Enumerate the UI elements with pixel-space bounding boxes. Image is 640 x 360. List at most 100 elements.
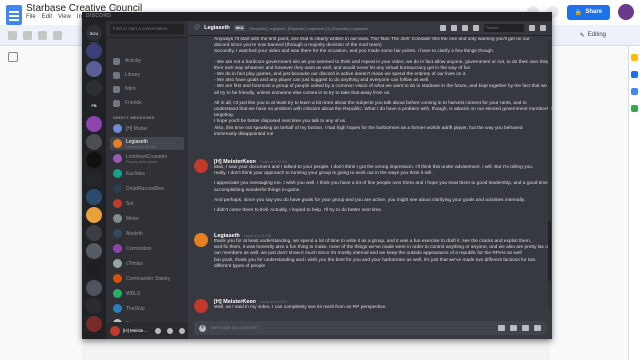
editing-mode[interactable]: ✎ Editing	[580, 25, 606, 45]
avatar[interactable]	[194, 159, 208, 173]
dm-name: [H] Mutas	[126, 125, 148, 132]
nav-item-friends[interactable]: Friends	[110, 97, 184, 109]
dm-item[interactable]: Sol	[110, 197, 184, 210]
server-icon[interactable]	[86, 298, 102, 314]
avatar	[113, 124, 122, 133]
docs-left-margin	[0, 46, 82, 360]
dm-name: Commander Stanky	[126, 275, 171, 282]
message-timestamp: Today at 6:44 PM	[259, 300, 288, 304]
avatar	[113, 304, 122, 313]
help-icon[interactable]	[540, 25, 546, 31]
message-line: different types of people	[214, 263, 266, 269]
dm-item[interactable]: LionheartCrusader Playing some game	[110, 152, 184, 165]
headphones-icon[interactable]	[167, 327, 173, 334]
dm-item[interactable]: WBLS	[110, 287, 184, 300]
dm-item[interactable]: Euclides	[110, 167, 184, 180]
message-line: And perhaps, since you say you do have g…	[214, 197, 526, 203]
server-icon[interactable]: SCU	[86, 25, 102, 41]
menu-file[interactable]: File	[26, 14, 36, 20]
inbox-icon[interactable]	[529, 25, 535, 31]
find-conversation-input[interactable]: Find or start a conversation	[110, 24, 184, 34]
emoji-icon[interactable]	[534, 325, 541, 331]
chat-header: @ Legiaseth AKA [Republic] Legiaseth, [R…	[188, 21, 552, 36]
dm-item[interactable]: cTimlax	[110, 257, 184, 270]
dm-name: Euclides	[126, 170, 145, 177]
app-label: DISCORD	[86, 13, 112, 19]
menus-icon[interactable]	[8, 30, 17, 40]
divider	[106, 37, 188, 38]
mic-icon[interactable]	[155, 327, 161, 334]
menu-view[interactable]: View	[58, 14, 71, 20]
redo-icon[interactable]	[38, 30, 47, 40]
contacts-icon[interactable]	[631, 88, 638, 95]
server-icon[interactable]	[86, 207, 102, 223]
account-avatar[interactable]	[618, 4, 634, 20]
search-input[interactable]: Search	[484, 24, 524, 32]
message-line: but yeah, thank you for understanding an…	[214, 257, 536, 263]
gift-icon[interactable]	[498, 325, 505, 331]
call-icon[interactable]	[440, 25, 446, 31]
dm-item[interactable]: Commander Stanky	[110, 272, 184, 285]
outline-icon[interactable]	[8, 52, 18, 62]
message-line: immensely disappointed me	[214, 131, 274, 137]
server-icon[interactable]	[86, 188, 102, 205]
server-icon[interactable]	[86, 43, 102, 60]
avatar	[113, 244, 122, 253]
avatar[interactable]	[110, 325, 120, 336]
server-icon[interactable]	[86, 279, 102, 296]
share-label: Share	[585, 9, 602, 15]
dm-item[interactable]: Legiaseth Listening to Spotify	[110, 137, 184, 150]
menu-edit[interactable]: Edit	[42, 14, 52, 20]
avatar[interactable]	[194, 299, 208, 313]
tasks-icon[interactable]	[631, 71, 638, 78]
print-icon[interactable]	[53, 30, 62, 40]
gear-icon[interactable]	[179, 327, 185, 334]
avatar	[113, 274, 122, 283]
dm-name: Sol	[126, 200, 134, 207]
scrollbar-thumb[interactable]	[548, 221, 551, 281]
server-icon[interactable]: FB	[86, 97, 102, 114]
server-icon[interactable]	[86, 61, 102, 78]
avatar[interactable]	[194, 233, 208, 247]
message-input[interactable]	[211, 325, 493, 331]
server-icon[interactable]	[86, 243, 102, 260]
server-icon[interactable]	[86, 261, 102, 278]
video-icon[interactable]	[451, 25, 457, 31]
dm-text: Meter	[126, 216, 139, 222]
dm-item[interactable]: DruidRazuraBlee	[110, 182, 184, 195]
avatar	[113, 289, 122, 298]
keep-icon[interactable]	[631, 54, 638, 61]
sticker-icon[interactable]	[522, 325, 529, 331]
server-icon[interactable]	[86, 316, 102, 333]
avatar	[113, 139, 122, 148]
message-line: I appreciate you messaging me. I wish yo…	[214, 181, 548, 187]
undo-icon[interactable]	[23, 30, 32, 40]
server-icon[interactable]	[86, 152, 102, 169]
dm-item[interactable]: Meter	[110, 212, 184, 225]
server-icon[interactable]	[86, 116, 102, 132]
dm-item[interactable]: Alodeth	[110, 227, 184, 240]
aka-names: [Republic] Legiaseth, [Republic] Legiase…	[249, 25, 368, 31]
server-icon[interactable]	[86, 170, 102, 187]
nav-item-library[interactable]: Library	[110, 69, 184, 81]
message-line: I didn't come there to troll. Actually, …	[214, 208, 383, 214]
server-icon[interactable]	[86, 134, 102, 151]
dm-item[interactable]: Commotion	[110, 242, 184, 255]
pin-icon[interactable]	[462, 25, 468, 31]
pencil-icon: ✎	[579, 32, 585, 39]
gif-icon[interactable]	[510, 325, 517, 331]
server-icon[interactable]	[86, 79, 102, 96]
nav-item-activity[interactable]: Activity	[110, 55, 184, 67]
plus-icon[interactable]: +	[199, 324, 206, 332]
avatar	[113, 214, 122, 223]
server-icon[interactable]	[86, 225, 102, 242]
nav-item-nitro[interactable]: Nitro	[110, 83, 184, 95]
dm-item[interactable]: [H] Mutas	[110, 122, 184, 135]
dm-text: LionheartCrusader Playing some game	[126, 154, 167, 164]
docs-logo-icon[interactable]	[6, 5, 22, 25]
maps-icon[interactable]	[631, 105, 638, 112]
dm-item[interactable]: TheShip	[110, 302, 184, 315]
user-name: [H] Meiste...	[123, 328, 148, 333]
share-button[interactable]: 🔒 Share	[566, 4, 610, 20]
add-friend-icon[interactable]	[473, 25, 479, 31]
